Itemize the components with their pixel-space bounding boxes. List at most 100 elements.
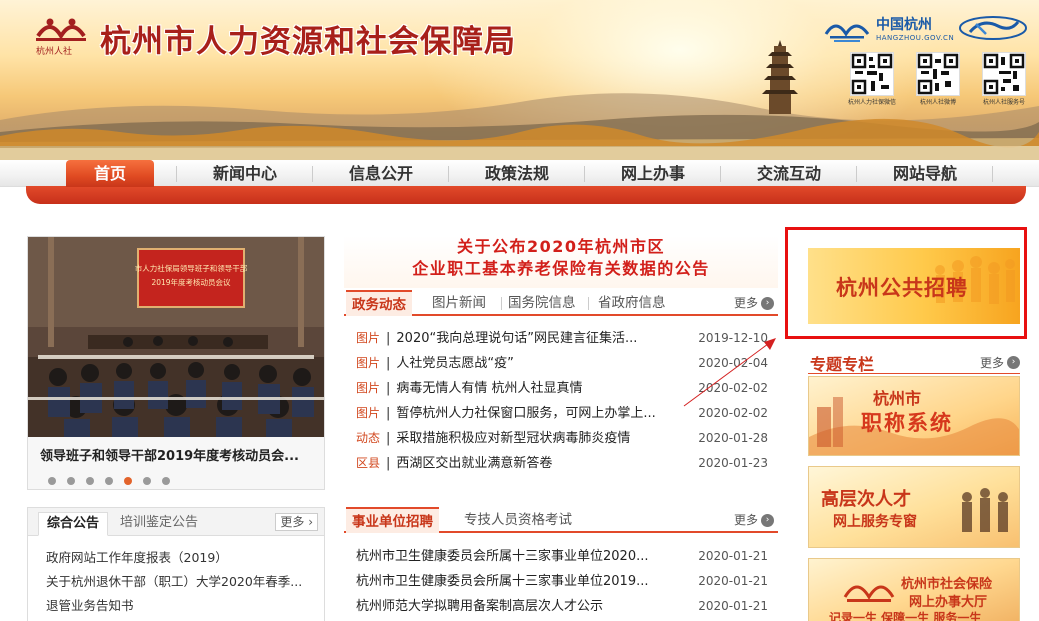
- notice-box: 综合公告 培训鉴定公告 更多 › 政府网站工作年度报表（2019） 关于杭州退休…: [27, 507, 325, 621]
- nav-separator: [448, 166, 449, 182]
- nav-item-news[interactable]: 新闻中心: [180, 160, 310, 187]
- qr-code-icon: [982, 52, 1026, 96]
- special-topics-title: 专题专栏: [810, 355, 875, 374]
- slider-dot-active[interactable]: [124, 477, 132, 485]
- news-tag: 动态: [356, 431, 381, 445]
- civilization-logo-icon[interactable]: [958, 14, 1028, 42]
- tab-qualification-exam[interactable]: 专技人员资格考试: [458, 507, 578, 533]
- news-title: 人社党员志愿战“疫”: [396, 356, 514, 371]
- public-recruitment-banner[interactable]: 杭州公共招聘: [808, 248, 1020, 324]
- job-date: 2020-01-21: [698, 574, 768, 588]
- social-insurance-hall-banner[interactable]: 杭州市社会保险 网上办事大厅 记录一生 保障一生 服务一生: [808, 558, 1020, 621]
- news-title: 暂停杭州人力社保窗口服务，可网上办掌上...: [396, 406, 656, 421]
- notice-more-label: 更多: [280, 515, 305, 529]
- news-title: 西湖区交出就业满意新答卷: [396, 456, 553, 471]
- jobs-more-label: 更多: [733, 513, 758, 527]
- qr-code-icon: [916, 52, 960, 96]
- notice-item[interactable]: 退管业务告知书: [46, 594, 322, 618]
- job-date: 2020-01-21: [698, 549, 768, 563]
- slider-dot[interactable]: [162, 477, 170, 485]
- nav-item-site-nav[interactable]: 网站导航: [860, 160, 990, 187]
- nav-item-online-service[interactable]: 网上办事: [588, 160, 718, 187]
- news-tag: 图片: [356, 331, 381, 345]
- notice-item[interactable]: 政府网站工作年度报表（2019）: [46, 546, 322, 570]
- notice-item[interactable]: 关于杭州退休干部（职工）大学2020年春季...: [46, 570, 322, 594]
- slider-dot[interactable]: [143, 477, 151, 485]
- emblem-caption: 杭州人社: [36, 47, 73, 57]
- tab-province-info[interactable]: 省政府信息: [592, 290, 672, 316]
- promo2-line2: 网上服务专窗: [833, 514, 917, 530]
- special-more-button[interactable]: 更多 ›: [980, 354, 1020, 371]
- news-tabbar: 政务动态 图片新闻 国务院信息 省政府信息 更多 ›: [344, 290, 778, 316]
- tab-photo-news[interactable]: 图片新闻: [426, 290, 492, 316]
- news-title: 2020“我向总理说句话”网民建言征集活...: [396, 331, 638, 346]
- nav-item-home[interactable]: 首页: [66, 160, 154, 187]
- notice-more-button[interactable]: 更多 ›: [275, 513, 318, 531]
- slider-dots: [48, 477, 170, 485]
- tab-general-notice[interactable]: 综合公告: [38, 512, 109, 536]
- promo2-line1: 高层次人才: [821, 489, 911, 510]
- special-more-label: 更多: [979, 356, 1004, 370]
- headline-line2: 企业职工基本养老保险有关数据的公告: [412, 259, 710, 278]
- slider-caption[interactable]: 领导班子和领导干部2019年度考核动员会...: [40, 445, 320, 464]
- news-item[interactable]: 动态 | 采取措施积极应对新型冠状病毒肺炎疫情 2020-01-28: [356, 426, 776, 451]
- news-title: 采取措施积极应对新型冠状病毒肺炎疫情: [396, 431, 631, 446]
- news-tag: 区县: [356, 456, 381, 470]
- tab-gov-news[interactable]: 政务动态: [346, 290, 412, 316]
- nav-item-interaction[interactable]: 交流互动: [724, 160, 854, 187]
- nav-item-info[interactable]: 信息公开: [316, 160, 446, 187]
- recruit-banner-text: 杭州公共招聘: [836, 276, 968, 300]
- pagoda-icon: [762, 40, 798, 114]
- page-root: 杭州人社 杭州市人力资源和社会保障局 中国杭州 HANGZHOU.GOV.CN …: [0, 0, 1039, 621]
- annotation-arrow-icon: [683, 338, 776, 407]
- slider-dot[interactable]: [105, 477, 113, 485]
- emblem-icon: 杭州人社: [32, 14, 90, 57]
- slider-dot[interactable]: [86, 477, 94, 485]
- nav-item-policy[interactable]: 政策法规: [452, 160, 582, 187]
- tab-training-notice[interactable]: 培训鉴定公告: [112, 512, 206, 536]
- hangzhou-logo-cn: 中国杭州: [876, 17, 932, 33]
- photo-screen-line1: 市人力社保局领导班子和领导干部: [135, 263, 248, 273]
- news-more-button[interactable]: 更多 ›: [734, 294, 774, 312]
- notice-tabs: 综合公告 培训鉴定公告 更多 ›: [28, 508, 324, 536]
- site-banner: 杭州人社 杭州市人力资源和社会保障局 中国杭州 HANGZHOU.GOV.CN …: [0, 0, 1039, 160]
- headline-line1: 关于公布2020年杭州市区: [456, 237, 666, 256]
- news-tag: 图片: [356, 406, 381, 420]
- nav-separator: [992, 166, 993, 182]
- job-item[interactable]: 杭州市卫生健康委员会所属十三家事业单位2020... 2020-01-21: [356, 544, 776, 569]
- news-tag: 图片: [356, 381, 381, 395]
- talent-service-banner[interactable]: 高层次人才 网上服务专窗: [808, 466, 1020, 548]
- tab-institution-recruit[interactable]: 事业单位招聘: [346, 507, 439, 533]
- promo1-line2: 职称系统: [861, 411, 953, 435]
- jobs-more-button[interactable]: 更多 ›: [734, 511, 774, 529]
- site-title: 杭州市人力资源和社会保障局: [100, 24, 516, 60]
- slider-photo[interactable]: 市人力社保局领导班子和领导干部 2019年度考核动员会议: [28, 237, 324, 437]
- nav-separator: [584, 166, 585, 182]
- hangzhou-gov-logo[interactable]: 中国杭州 HANGZHOU.GOV.CN: [822, 12, 954, 46]
- job-item[interactable]: 杭州师范大学拟聘用备案制高层次人才公示 2020-01-21: [356, 594, 776, 619]
- slider-dot[interactable]: [67, 477, 75, 485]
- nav-separator: [720, 166, 721, 182]
- nav-separator: [856, 166, 857, 182]
- tab-state-council[interactable]: 国务院信息: [502, 290, 582, 316]
- jobs-list: 杭州市卫生健康委员会所属十三家事业单位2020... 2020-01-21 杭州市…: [356, 544, 776, 619]
- slider-dot[interactable]: [48, 477, 56, 485]
- nav-separator: [176, 166, 177, 182]
- site-logo[interactable]: 杭州人社 杭州市人力资源和社会保障局: [32, 14, 516, 61]
- news-date: 2020-01-28: [698, 431, 768, 445]
- headline-announcement[interactable]: 关于公布2020年杭州市区 企业职工基本养老保险有关数据的公告: [344, 236, 778, 288]
- news-title: 病毒无情人有情 杭州人社显真情: [396, 381, 583, 396]
- job-item[interactable]: 杭州市卫生健康委员会所属十三家事业单位2019... 2020-01-21: [356, 569, 776, 594]
- tab-separator: [588, 297, 589, 310]
- special-topics-header: 专题专栏 更多 ›: [808, 350, 1020, 374]
- hangzhou-logo-en: HANGZHOU.GOV.CN: [876, 34, 955, 42]
- qr-caption: 杭州人社服务号: [982, 99, 1025, 106]
- title-system-banner[interactable]: 杭州市 职称系统: [808, 376, 1020, 456]
- promo1-line1: 杭州市: [873, 389, 922, 408]
- chevron-right-icon: ›: [761, 296, 774, 310]
- chevron-right-icon: ›: [1007, 356, 1020, 369]
- nav-separator: [312, 166, 313, 182]
- news-item[interactable]: 区县 | 西湖区交出就业满意新答卷 2020-01-23: [356, 451, 776, 476]
- chevron-right-icon: ›: [308, 515, 313, 529]
- promo3-line2: 网上办事大厅: [909, 595, 988, 610]
